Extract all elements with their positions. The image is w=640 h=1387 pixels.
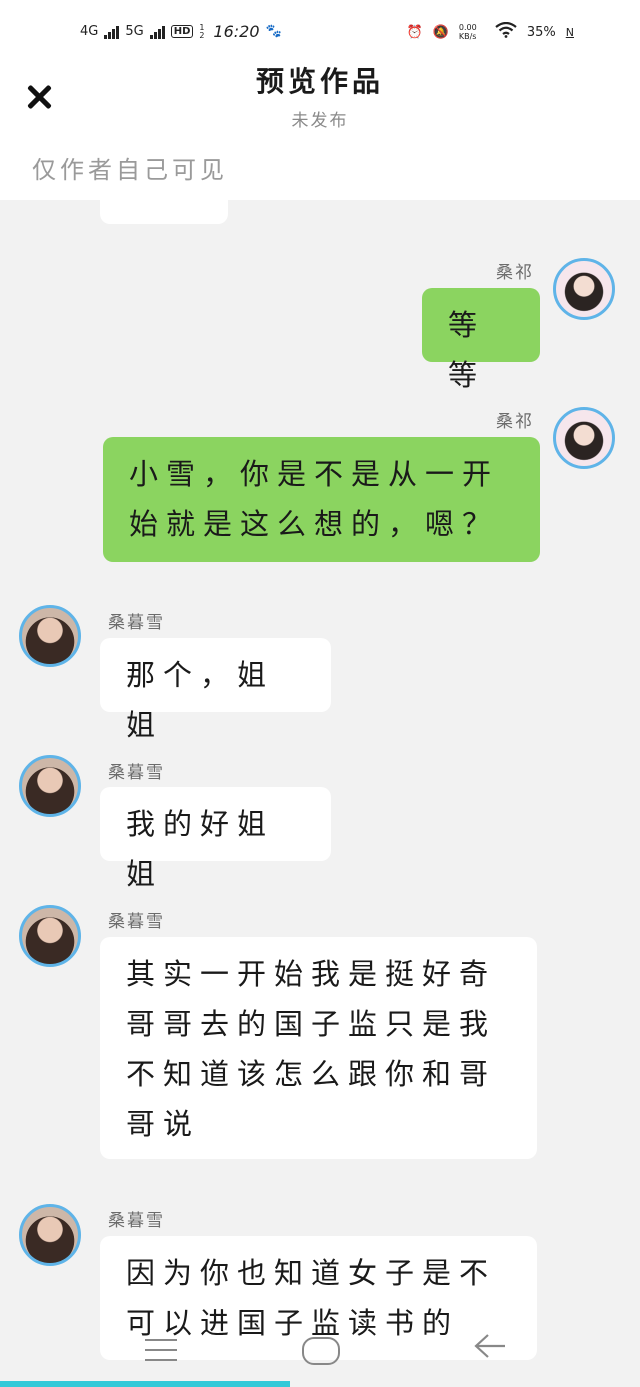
avatar[interactable] [19,1204,81,1266]
status-left: 4G 5G HD 1 2 16:20 🐾 [80,22,282,41]
hd-sub: 1 2 [199,22,205,40]
menu-icon[interactable] [145,1339,177,1361]
page-title: 预览作品 [255,65,384,98]
network-5g-label: 5G [125,24,144,39]
message-bubble: 其实一开始我是挺好奇哥哥去的国子监只是我不知道该怎么跟你和哥哥说 [100,937,537,1159]
message-bubble: 小雪，你是不是从一开始就是这么想的，嗯？ [103,437,540,562]
chat-area[interactable]: 桑祁 等等 桑祁 小雪，你是不是从一开始就是这么想的，嗯？ 桑暮雪 那个，姐姐 … [0,200,640,1387]
hd-badge: HD [170,25,194,38]
reading-progress-bar [0,1381,290,1387]
sender-name: 桑祁 [496,263,534,283]
visibility-note: 仅作者自己可见 [32,156,228,184]
clock: 16:20 [213,22,260,41]
signal-icon-2 [149,25,165,39]
sender-name: 桑暮雪 [108,763,165,783]
status-bar: 4G 5G HD 1 2 16:20 🐾 ⏰ 🔕 0.00 KB/s 35% N [0,0,640,60]
message-bubble: 我的好姐姐 [100,787,331,891]
system-nav-bar [0,1325,640,1387]
mute-bell-icon: 🔕 [432,24,449,40]
message-bubble: 等等 [422,288,540,392]
sender-name: 桑祁 [496,412,534,432]
message-bubble: 那个，姐姐 [100,638,331,742]
paw-icon: 🐾 [265,24,282,39]
back-icon[interactable] [474,1333,506,1365]
alarm-icon: ⏰ [406,24,423,40]
preview-header: 预览作品 未发布 仅作者自己可见 [0,60,640,200]
avatar[interactable] [19,755,81,817]
avatar[interactable] [553,258,615,320]
nfc-icon: N [565,25,574,39]
network-4g-label: 4G [80,24,99,39]
previous-bubble-edge [100,200,228,224]
publish-status: 未发布 [291,111,349,131]
signal-icon [104,25,120,39]
sender-name: 桑暮雪 [108,912,165,932]
sender-name: 桑暮雪 [108,613,165,633]
avatar[interactable] [19,905,81,967]
battery-label: 35% [526,24,556,40]
avatar[interactable] [19,605,81,667]
net-speed: 0.00 KB/s [458,23,477,41]
sender-name: 桑暮雪 [108,1211,165,1231]
avatar[interactable] [553,407,615,469]
home-icon[interactable] [302,1337,340,1365]
status-right: ⏰ 🔕 0.00 KB/s 35% N [406,21,574,42]
wifi-icon [495,21,517,42]
